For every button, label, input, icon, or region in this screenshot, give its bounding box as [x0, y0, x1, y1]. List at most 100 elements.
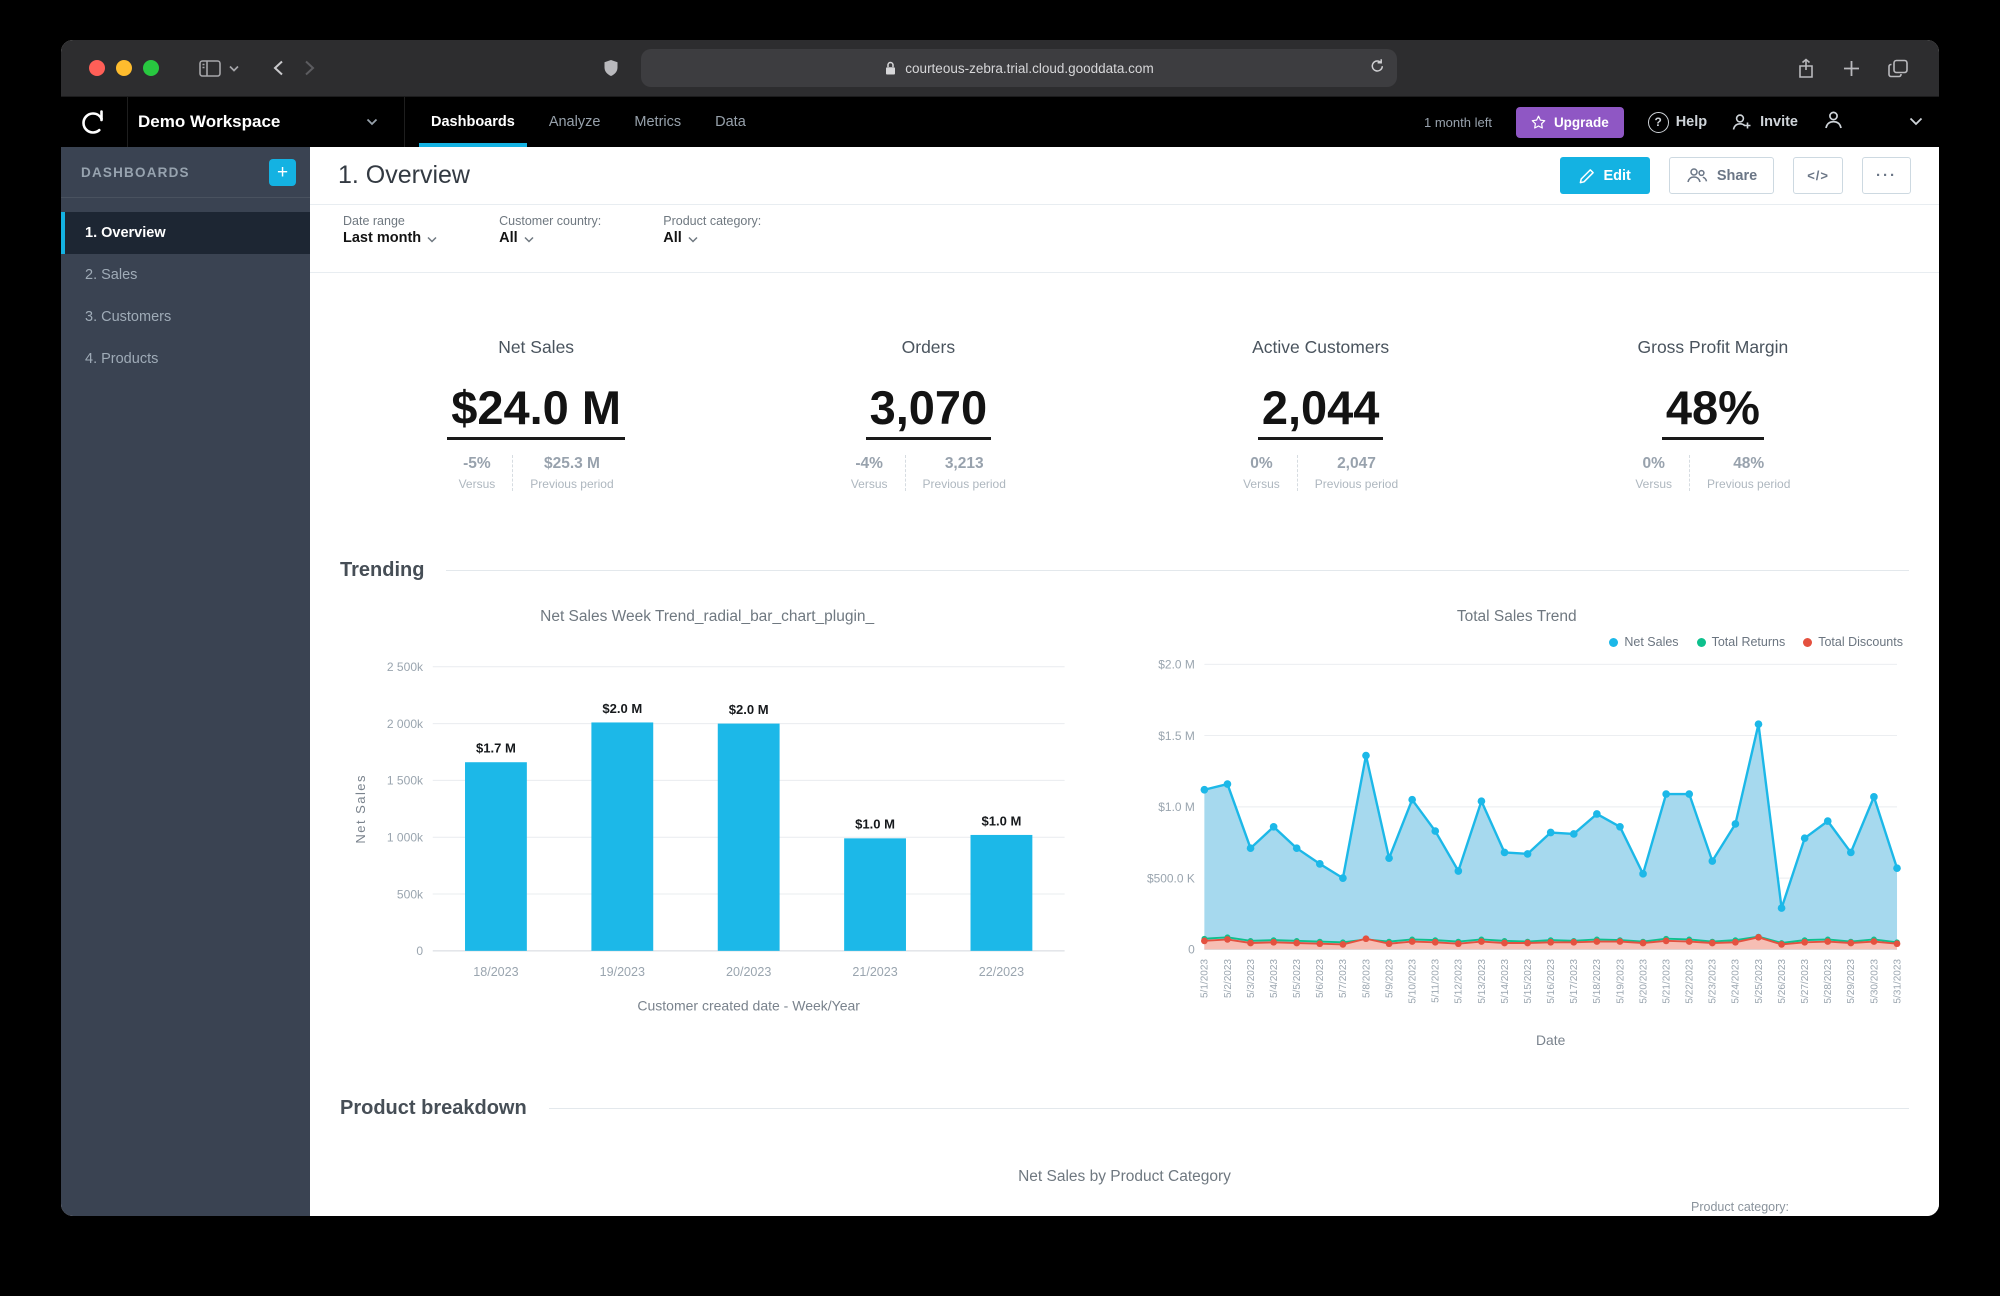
- svg-text:$2.0 M: $2.0 M: [1159, 658, 1196, 672]
- svg-text:5/18/2023: 5/18/2023: [1593, 959, 1604, 1004]
- svg-text:5/25/2023: 5/25/2023: [1754, 959, 1765, 1004]
- chevron-down-icon: [427, 236, 437, 243]
- reload-icon[interactable]: [1370, 58, 1385, 74]
- nav-item-data[interactable]: Data: [715, 97, 746, 147]
- upgrade-button[interactable]: Upgrade: [1515, 106, 1624, 138]
- kpi-net-sales: Net Sales $24.0 M -5% Versus $25.3 M Previ…: [340, 337, 732, 492]
- svg-text:Net Sales: Net Sales: [353, 774, 368, 844]
- sidebar-item-products[interactable]: 4. Products: [61, 338, 310, 380]
- svg-text:Date: Date: [1537, 1032, 1567, 1048]
- svg-text:5/17/2023: 5/17/2023: [1570, 959, 1581, 1004]
- header-chevron-icon[interactable]: [1909, 113, 1923, 131]
- address-bar[interactable]: courteous-zebra.trial.cloud.gooddata.com: [641, 49, 1397, 87]
- add-dashboard-button[interactable]: +: [269, 158, 296, 186]
- nav-item-metrics[interactable]: Metrics: [634, 97, 681, 147]
- tab-group-chevron-icon[interactable]: [229, 65, 239, 72]
- url-text: courteous-zebra.trial.cloud.gooddata.com: [905, 60, 1154, 76]
- workspace-picker[interactable]: Demo Workspace: [127, 97, 405, 147]
- product-breakdown-section-header: Product breakdown: [340, 1097, 1909, 1120]
- svg-text:2 500k: 2 500k: [387, 660, 424, 674]
- close-window-button[interactable]: [89, 60, 105, 76]
- nav-item-analyze[interactable]: Analyze: [549, 97, 601, 147]
- filter-bar: Date range Last month Customer country: …: [310, 205, 1939, 273]
- svg-text:$2.0 M: $2.0 M: [602, 701, 642, 716]
- more-options-button[interactable]: ···: [1862, 157, 1911, 194]
- edit-button[interactable]: Edit: [1559, 157, 1650, 194]
- svg-text:500k: 500k: [397, 888, 424, 902]
- product-category-filter[interactable]: Product category: All: [663, 214, 761, 246]
- kpi-active-customers: Active Customers 2,044 0% Versus 2,047 Pre…: [1125, 337, 1517, 492]
- share-button[interactable]: Share: [1668, 157, 1775, 194]
- pencil-icon: [1579, 168, 1594, 183]
- svg-text:5/15/2023: 5/15/2023: [1523, 959, 1534, 1004]
- new-tab-icon[interactable]: [1843, 60, 1860, 77]
- sidebar-item-sales[interactable]: 2. Sales: [61, 254, 310, 296]
- product-breakdown-chart-title: Net Sales by Product Category: [1018, 1168, 1231, 1186]
- embed-button[interactable]: </>: [1793, 157, 1843, 194]
- sidebar-item-overview[interactable]: 1. Overview: [61, 212, 310, 254]
- legend-dot-total-discounts: [1803, 637, 1813, 647]
- date-range-filter[interactable]: Date range Last month: [343, 214, 437, 246]
- svg-text:5/26/2023: 5/26/2023: [1777, 959, 1788, 1004]
- share-page-icon[interactable]: [1797, 57, 1815, 79]
- back-button[interactable]: [273, 60, 284, 76]
- customer-country-filter[interactable]: Customer country: All: [499, 214, 601, 246]
- main-nav: Dashboards Analyze Metrics Data: [419, 97, 746, 147]
- bar-chart-title: Net Sales Week Trend_radial_bar_chart_pl…: [540, 608, 875, 626]
- help-menu[interactable]: ? Help: [1647, 111, 1707, 133]
- net-sales-week-trend-chart: Net Sales Week Trend_radial_bar_chart_pl…: [340, 608, 1074, 1051]
- dashboards-sidebar: DASHBOARDS + 1. Overview 2. Sales 3. Cus…: [61, 147, 310, 1216]
- chart-legend: Net Sales Total Returns Total Discounts: [1124, 635, 1903, 649]
- invite-user-icon: [1732, 114, 1751, 130]
- svg-text:5/14/2023: 5/14/2023: [1500, 959, 1511, 1004]
- sidebar-title: DASHBOARDS: [81, 164, 190, 180]
- kpi-orders: Orders 3,070 -4% Versus 3,213 Previous per…: [732, 337, 1124, 492]
- help-icon: ?: [1647, 111, 1669, 133]
- svg-text:5/22/2023: 5/22/2023: [1685, 959, 1696, 1004]
- svg-text:5/8/2023: 5/8/2023: [1362, 959, 1373, 998]
- kpi-value: 48%: [1661, 383, 1764, 441]
- svg-text:$1.7 M: $1.7 M: [476, 741, 516, 756]
- tab-overview-icon[interactable]: [1888, 59, 1909, 78]
- forward-button[interactable]: [304, 60, 315, 76]
- workspace-name: Demo Workspace: [138, 112, 281, 131]
- lock-icon: [884, 61, 897, 76]
- chevron-down-icon: [524, 236, 534, 243]
- dashboard-content: Net Sales $24.0 M -5% Versus $25.3 M Previ…: [310, 273, 1939, 1216]
- privacy-shield-icon[interactable]: [603, 59, 619, 78]
- svg-text:22/2023: 22/2023: [979, 965, 1024, 979]
- svg-text:5/1/2023: 5/1/2023: [1200, 959, 1211, 998]
- app-header: Demo Workspace Dashboards Analyze Metric…: [61, 97, 1939, 147]
- svg-text:5/2/2023: 5/2/2023: [1223, 959, 1234, 998]
- minimize-window-button[interactable]: [116, 60, 132, 76]
- share-users-icon: [1687, 168, 1708, 183]
- gooddata-logo-icon[interactable]: [61, 107, 127, 137]
- svg-text:5/3/2023: 5/3/2023: [1246, 959, 1257, 998]
- browser-window: courteous-zebra.trial.cloud.gooddata.com…: [61, 40, 1939, 1216]
- legend-item-net-sales[interactable]: Net Sales: [1609, 635, 1679, 649]
- legend-item-total-discounts[interactable]: Total Discounts: [1803, 635, 1903, 649]
- svg-text:0: 0: [416, 945, 423, 959]
- svg-text:18/2023: 18/2023: [473, 965, 518, 979]
- legend-dot-total-returns: [1696, 637, 1706, 647]
- workspace-chevron-icon: [366, 118, 378, 126]
- legend-item-total-returns[interactable]: Total Returns: [1696, 635, 1785, 649]
- svg-text:$2.0 M: $2.0 M: [729, 702, 769, 717]
- total-sales-trend-chart: Total Sales Trend Net Sales Total Return…: [1124, 608, 1909, 1051]
- page-title: 1. Overview: [338, 161, 470, 189]
- svg-text:$1.5 M: $1.5 M: [1159, 729, 1196, 743]
- svg-text:21/2023: 21/2023: [852, 965, 897, 979]
- svg-text:0: 0: [1189, 943, 1196, 957]
- svg-text:$1.0 M: $1.0 M: [1159, 801, 1196, 815]
- sidebar-toggle-icon[interactable]: [199, 59, 221, 77]
- svg-text:1 000k: 1 000k: [387, 831, 424, 845]
- kpi-value: 3,070: [865, 383, 992, 441]
- svg-text:5/23/2023: 5/23/2023: [1708, 959, 1719, 1004]
- zoom-window-button[interactable]: [143, 60, 159, 76]
- account-icon[interactable]: [1822, 109, 1845, 136]
- invite-button[interactable]: Invite: [1731, 112, 1798, 132]
- sidebar-item-customers[interactable]: 3. Customers: [61, 296, 310, 338]
- svg-text:5/6/2023: 5/6/2023: [1316, 959, 1327, 998]
- nav-item-dashboards[interactable]: Dashboards: [419, 97, 527, 147]
- svg-text:5/5/2023: 5/5/2023: [1293, 959, 1304, 998]
